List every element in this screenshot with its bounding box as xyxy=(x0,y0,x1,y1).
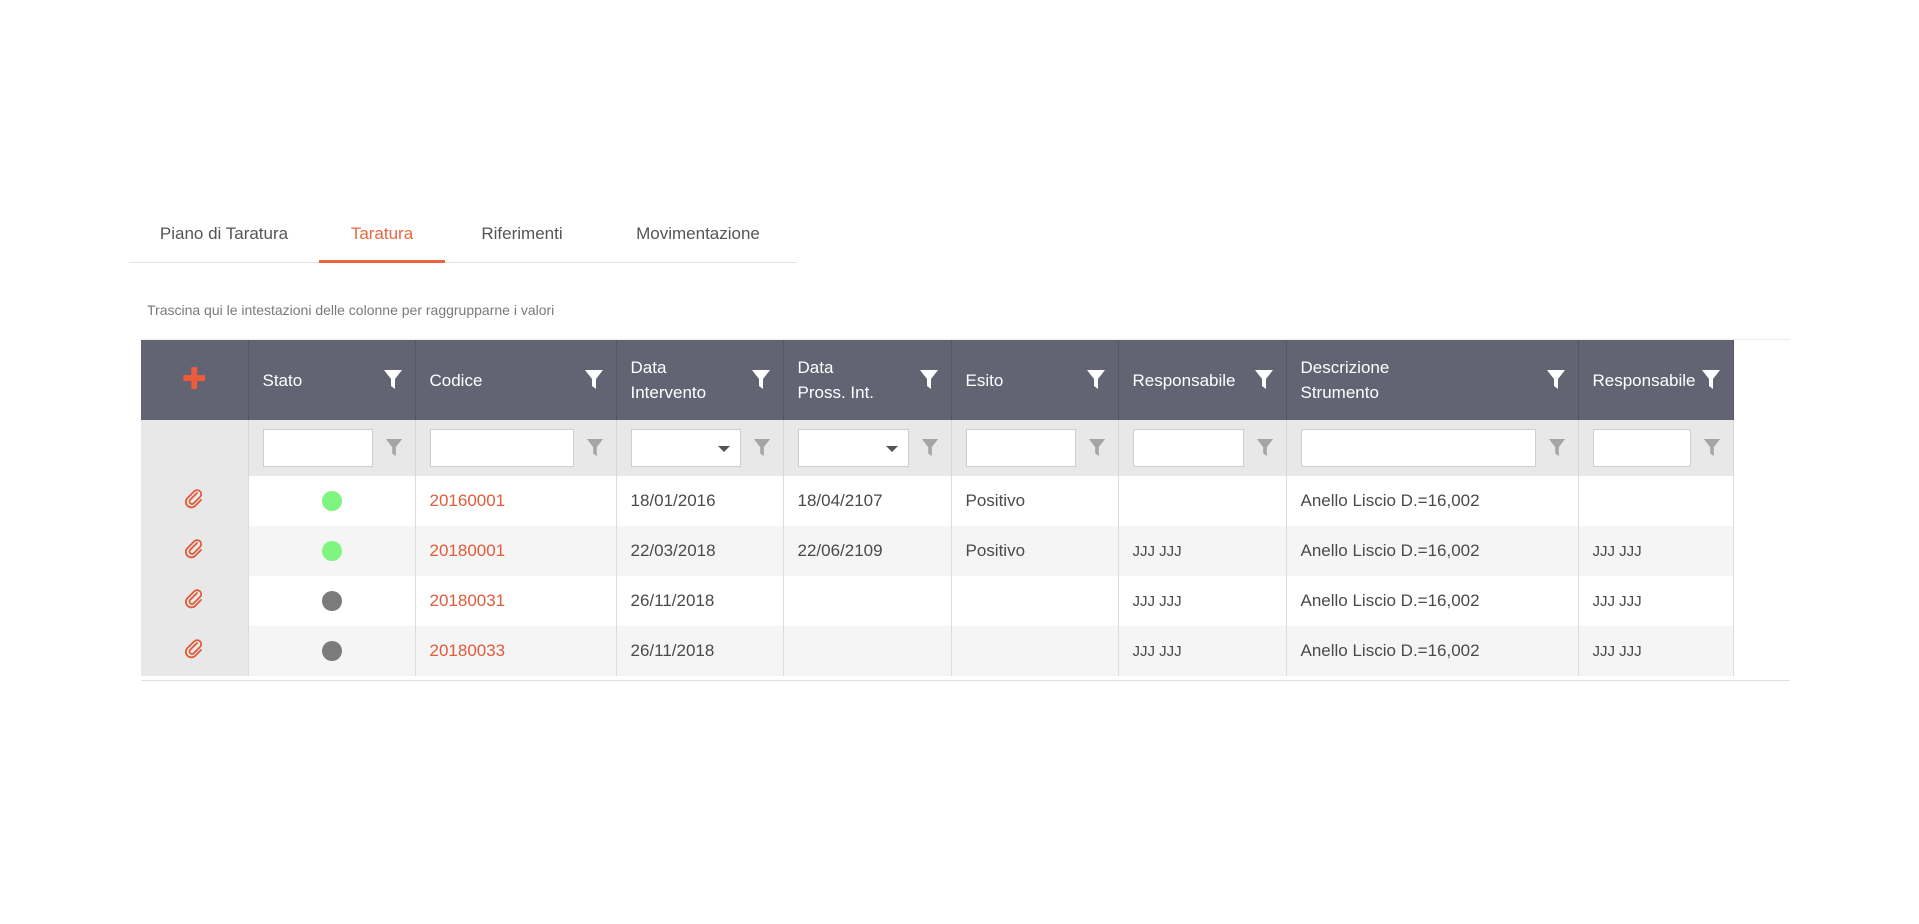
filter-input-responsabile[interactable] xyxy=(1132,429,1244,467)
data-pross-int-cell xyxy=(783,626,952,676)
grid-filter-row xyxy=(141,420,1734,476)
filter-menu-icon[interactable] xyxy=(584,369,604,391)
descrizione-cell: Anello Liscio D.=16,002 xyxy=(1286,626,1579,676)
column-header-data-pross-int[interactable]: Data Pross. Int. xyxy=(783,340,952,420)
stato-cell xyxy=(248,576,416,626)
attachment-cell[interactable] xyxy=(141,476,249,526)
data-intervento-cell: 18/01/2016 xyxy=(616,476,784,526)
column-header-descrizione-strumento[interactable]: Descrizione Strumento xyxy=(1286,340,1579,420)
descrizione-cell: Anello Liscio D.=16,002 xyxy=(1286,476,1579,526)
filter-icon[interactable] xyxy=(753,438,771,458)
status-dot xyxy=(321,641,342,662)
filter-icon[interactable] xyxy=(1088,438,1106,458)
filter-input-responsabile-2[interactable] xyxy=(1592,429,1691,467)
responsabile-2-cell: JJJ JJJ xyxy=(1578,526,1734,576)
codice-cell[interactable]: 20180031 xyxy=(415,576,617,626)
stato-cell xyxy=(248,626,416,676)
filter-icon[interactable] xyxy=(586,438,604,458)
responsabile-2-cell: JJJ JJJ xyxy=(1578,626,1734,676)
data-intervento-cell: 26/11/2018 xyxy=(616,626,784,676)
chevron-down-icon[interactable] xyxy=(885,446,898,452)
tab-movimentazione[interactable]: Movimentazione xyxy=(599,212,797,262)
responsabile-cell: JJJ JJJ xyxy=(1118,526,1287,576)
filter-input-stato[interactable] xyxy=(262,429,373,467)
filter-icon[interactable] xyxy=(1703,438,1721,458)
data-intervento-cell: 26/11/2018 xyxy=(616,576,784,626)
taratura-grid: ✚ Stato Codice Data Intervento Data Pross.… xyxy=(141,340,1734,676)
descrizione-cell: Anello Liscio D.=16,002 xyxy=(1286,576,1579,626)
filter-icon[interactable] xyxy=(921,438,939,458)
data-pross-int-cell: 18/04/2107 xyxy=(783,476,952,526)
responsabile-2-cell xyxy=(1578,476,1734,526)
column-header-data-intervento[interactable]: Data Intervento xyxy=(616,340,784,420)
add-record-button[interactable]: ✚ xyxy=(141,340,249,420)
filter-menu-icon[interactable] xyxy=(1086,369,1106,391)
table-row[interactable]: 20180031 26/11/2018 JJJ JJJ Anello Liscio D… xyxy=(141,576,1734,626)
filter-row-spacer xyxy=(141,420,249,476)
stato-cell xyxy=(248,526,416,576)
responsabile-cell: JJJ JJJ xyxy=(1118,626,1287,676)
codice-link[interactable]: 20160001 xyxy=(430,491,506,510)
filter-date-data-pross-int[interactable] xyxy=(797,429,909,467)
attachment-cell[interactable] xyxy=(141,526,249,576)
data-pross-int-cell: 22/06/2109 xyxy=(783,526,952,576)
status-dot xyxy=(321,491,342,512)
column-header-esito[interactable]: Esito xyxy=(951,340,1119,420)
paperclip-icon[interactable] xyxy=(183,588,205,614)
data-intervento-cell: 22/03/2018 xyxy=(616,526,784,576)
filter-input-esito[interactable] xyxy=(965,429,1076,467)
responsabile-cell: JJJ JJJ xyxy=(1118,576,1287,626)
column-header-responsabile-2[interactable]: Responsabile xyxy=(1578,340,1734,420)
filter-icon[interactable] xyxy=(1548,438,1566,458)
filter-icon[interactable] xyxy=(1256,438,1274,458)
paperclip-icon[interactable] xyxy=(183,638,205,664)
status-dot xyxy=(321,591,342,612)
plus-icon: ✚ xyxy=(181,362,207,396)
tab-riferimenti[interactable]: Riferimenti xyxy=(445,212,599,262)
codice-cell[interactable]: 20180001 xyxy=(415,526,617,576)
filter-menu-icon[interactable] xyxy=(1254,369,1274,391)
filter-date-data-intervento[interactable] xyxy=(630,429,741,467)
tab-piano-di-taratura[interactable]: Piano di Taratura xyxy=(129,212,319,262)
column-header-codice[interactable]: Codice xyxy=(415,340,617,420)
grid-bottom-border xyxy=(141,680,1790,681)
codice-link[interactable]: 20180031 xyxy=(430,591,506,610)
filter-menu-icon[interactable] xyxy=(751,369,771,391)
table-row[interactable]: 20180033 26/11/2018 JJJ JJJ Anello Liscio D… xyxy=(141,626,1734,676)
filter-menu-icon[interactable] xyxy=(1546,369,1566,391)
grid-header-row: ✚ Stato Codice Data Intervento Data Pross.… xyxy=(141,340,1734,420)
tab-taratura[interactable]: Taratura xyxy=(319,212,445,263)
descrizione-cell: Anello Liscio D.=16,002 xyxy=(1286,526,1579,576)
responsabile-2-cell: JJJ JJJ xyxy=(1578,576,1734,626)
stato-cell xyxy=(248,476,416,526)
esito-cell xyxy=(951,576,1119,626)
data-pross-int-cell xyxy=(783,576,952,626)
tab-bar: Piano di Taratura Taratura Riferimenti M… xyxy=(129,212,797,263)
filter-menu-icon[interactable] xyxy=(919,369,939,391)
filter-input-codice[interactable] xyxy=(429,429,574,467)
attachment-cell[interactable] xyxy=(141,626,249,676)
codice-cell[interactable]: 20180033 xyxy=(415,626,617,676)
table-row[interactable]: 20160001 18/01/2016 18/04/2107 Positivo Anel… xyxy=(141,476,1734,526)
codice-link[interactable]: 20180033 xyxy=(430,641,506,660)
filter-menu-icon[interactable] xyxy=(383,369,403,391)
column-header-stato[interactable]: Stato xyxy=(248,340,416,420)
column-header-responsabile[interactable]: Responsabile xyxy=(1118,340,1287,420)
responsabile-cell xyxy=(1118,476,1287,526)
esito-cell xyxy=(951,626,1119,676)
filter-icon[interactable] xyxy=(385,438,403,458)
attachment-cell[interactable] xyxy=(141,576,249,626)
filter-input-descrizione[interactable] xyxy=(1300,429,1536,467)
esito-cell: Positivo xyxy=(951,476,1119,526)
status-dot xyxy=(321,541,342,562)
codice-link[interactable]: 20180001 xyxy=(430,541,506,560)
filter-menu-icon[interactable] xyxy=(1701,369,1721,391)
paperclip-icon[interactable] xyxy=(183,488,205,514)
chevron-down-icon[interactable] xyxy=(717,446,730,452)
group-panel-hint[interactable]: Trascina qui le intestazioni delle colon… xyxy=(147,302,554,318)
table-row[interactable]: 20180001 22/03/2018 22/06/2109 Positivo JJJ … xyxy=(141,526,1734,576)
paperclip-icon[interactable] xyxy=(183,538,205,564)
esito-cell: Positivo xyxy=(951,526,1119,576)
codice-cell[interactable]: 20160001 xyxy=(415,476,617,526)
